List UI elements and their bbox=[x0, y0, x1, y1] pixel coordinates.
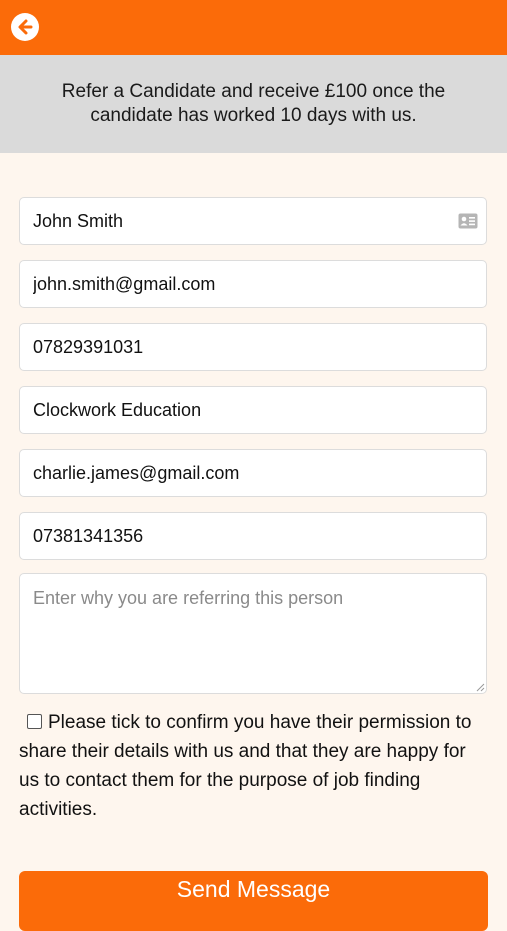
send-message-button[interactable]: Send Message bbox=[19, 871, 488, 931]
referral-banner: Refer a Candidate and receive £100 once … bbox=[0, 55, 507, 153]
candidate-phone-field[interactable] bbox=[19, 323, 487, 371]
contact-card-icon[interactable] bbox=[458, 213, 478, 229]
consent-section: Please tick to confirm you have their pe… bbox=[19, 708, 491, 824]
send-message-label: Send Message bbox=[176, 876, 331, 902]
referral-reason-field[interactable] bbox=[19, 573, 487, 694]
resize-grip-icon[interactable] bbox=[476, 683, 485, 692]
referrer-company-field[interactable] bbox=[19, 386, 487, 434]
referrer-email-field[interactable] bbox=[19, 449, 487, 497]
candidate-email-field[interactable] bbox=[19, 260, 487, 308]
referrer-phone-field[interactable] bbox=[19, 512, 487, 560]
candidate-name-wrap bbox=[19, 197, 487, 245]
candidate-name-field[interactable] bbox=[19, 197, 487, 245]
banner-text: Refer a Candidate and receive £100 once … bbox=[61, 81, 446, 126]
consent-checkbox[interactable] bbox=[27, 714, 42, 729]
arrow-left-circle-icon bbox=[18, 19, 33, 35]
top-bar bbox=[0, 0, 507, 55]
consent-text: Please tick to confirm you have their pe… bbox=[19, 712, 472, 820]
back-button[interactable] bbox=[11, 13, 39, 41]
